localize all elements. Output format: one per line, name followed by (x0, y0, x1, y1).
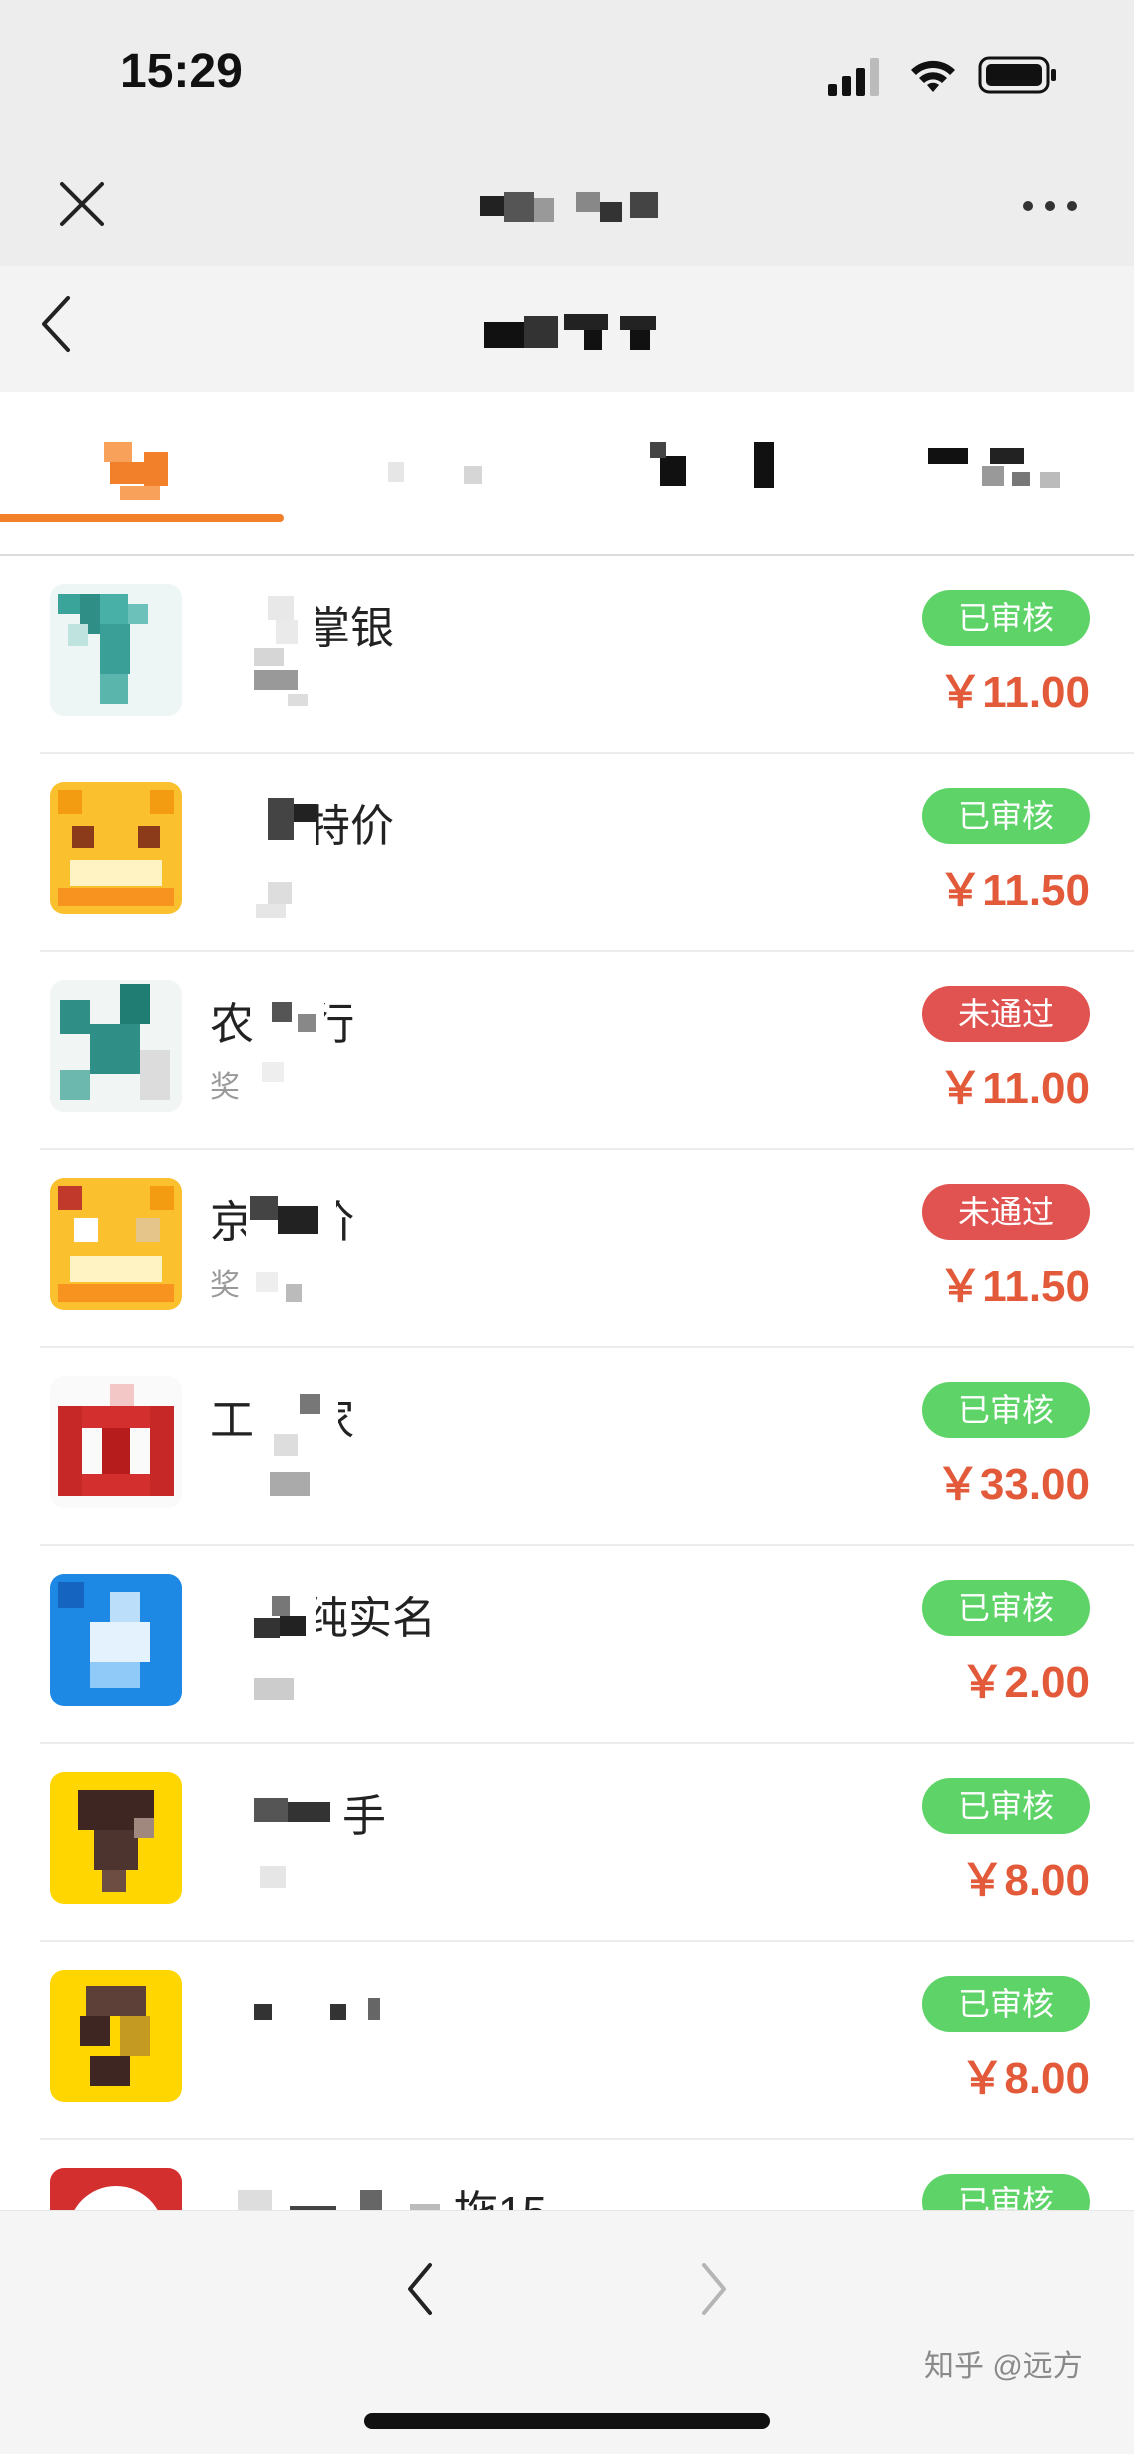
tab-1[interactable] (70, 442, 200, 502)
list-item[interactable]: 工 之家 已审核 ￥33.00 (40, 1348, 1134, 1546)
status-time: 15:29 (120, 45, 243, 98)
mp-title-redacted (480, 192, 658, 222)
list-item[interactable]: 纯实名 已审核 ￥2.00 (40, 1546, 1134, 1744)
list-item[interactable]: 农 银行 奖 未通过 ￥11.00 (40, 952, 1134, 1150)
app-icon-teal-logo (50, 584, 182, 716)
item-name: 掌银 (306, 604, 394, 653)
bottom-nav-bar: 知乎 @远方 (0, 2210, 1134, 2454)
watermark: 知乎 @远方 (924, 2350, 1083, 2383)
redacted-block (206, 1774, 342, 1914)
item-price: ￥8.00 (960, 1856, 1090, 1905)
status-badge: 已审核 (922, 2174, 1090, 2210)
tab-bar (0, 392, 1134, 556)
tab-4-redacted (928, 448, 1060, 488)
redacted-block (210, 2170, 450, 2210)
app-icon-red-logo (50, 1376, 182, 1508)
item-subtitle: 奖 (210, 1071, 240, 1104)
list-item[interactable]: 手 已审核 ￥8.00 (40, 1744, 1134, 1942)
item-price: ￥33.00 (935, 1460, 1090, 1509)
tab-3[interactable] (650, 442, 790, 502)
chevron-right-icon[interactable] (694, 2257, 734, 2321)
wifi-icon (911, 60, 955, 92)
more-icon[interactable] (1020, 196, 1080, 216)
tab-4[interactable] (920, 442, 1070, 502)
app-icon-orange-face (50, 1178, 182, 1310)
redacted-block (206, 586, 316, 726)
app-icon-red-circle-logo (50, 2168, 182, 2210)
status-badge: 已审核 (922, 1778, 1090, 1834)
status-badge: 已审核 (922, 1976, 1090, 2032)
task-list: 掌银 已审核 ￥11.00 特价 已审核 ￥11.50 农 奖 未通过 ￥11.… (0, 556, 1134, 2210)
redacted-block (246, 1180, 336, 1310)
redacted-block (210, 1972, 390, 2092)
list-item[interactable]: 已审核 ￥8.00 (40, 1942, 1134, 2140)
item-price: ￥2.00 (960, 1658, 1090, 1707)
status-badge: 已审核 (922, 788, 1090, 844)
status-badge: 已审核 (922, 1382, 1090, 1438)
redacted-block (206, 784, 316, 934)
status-bar: 15:29 (0, 0, 1134, 148)
item-price: ￥11.00 (938, 668, 1090, 717)
signal-icon (828, 58, 879, 96)
chevron-left-icon[interactable] (400, 2257, 440, 2321)
app-icon-teal-logo (50, 980, 182, 1112)
tab-1-redacted (104, 442, 168, 500)
item-subtitle: 奖 (210, 1269, 240, 1302)
list-item[interactable]: 京 特价 奖 未通过 ￥11.50 (40, 1150, 1134, 1348)
item-price: ￥8.00 (960, 2054, 1090, 2103)
chevron-left-icon[interactable] (36, 292, 76, 356)
home-indicator (364, 2413, 770, 2429)
status-badge: 已审核 (922, 1580, 1090, 1636)
status-badge: 未通过 (922, 986, 1090, 1042)
close-icon[interactable] (52, 174, 112, 234)
list-item[interactable]: 特价 已审核 ￥11.50 (40, 754, 1134, 952)
tab-2-redacted (388, 462, 482, 484)
status-badge: 未通过 (922, 1184, 1090, 1240)
item-name: 手 (342, 1792, 386, 1841)
list-item[interactable]: 拖15 已审核 (40, 2140, 1134, 2210)
page-header (0, 266, 1134, 392)
battery-icon (978, 56, 1056, 94)
redacted-block (254, 992, 324, 1112)
app-icon-yellow-logo (50, 1772, 182, 1904)
tab-3-redacted (650, 442, 774, 488)
app-icon-yellow-logo (50, 1970, 182, 2102)
page-title-redacted (484, 314, 656, 350)
app-icon-blue-logo (50, 1574, 182, 1706)
redacted-block (206, 1586, 316, 1726)
miniprogram-header (0, 148, 1134, 266)
active-tab-indicator (0, 514, 284, 522)
item-name: 纯实名 (304, 1594, 436, 1643)
app-icon-orange-face (50, 782, 182, 914)
status-badge: 已审核 (922, 590, 1090, 646)
list-item[interactable]: 掌银 已审核 ￥11.00 (40, 556, 1134, 754)
item-price: ￥11.00 (938, 1064, 1090, 1113)
redacted-block (252, 1374, 338, 1514)
item-price: ￥11.50 (938, 1262, 1090, 1311)
item-price: ￥11.50 (938, 866, 1090, 915)
item-name: 特价 (306, 802, 394, 851)
tab-2[interactable] (380, 442, 500, 502)
